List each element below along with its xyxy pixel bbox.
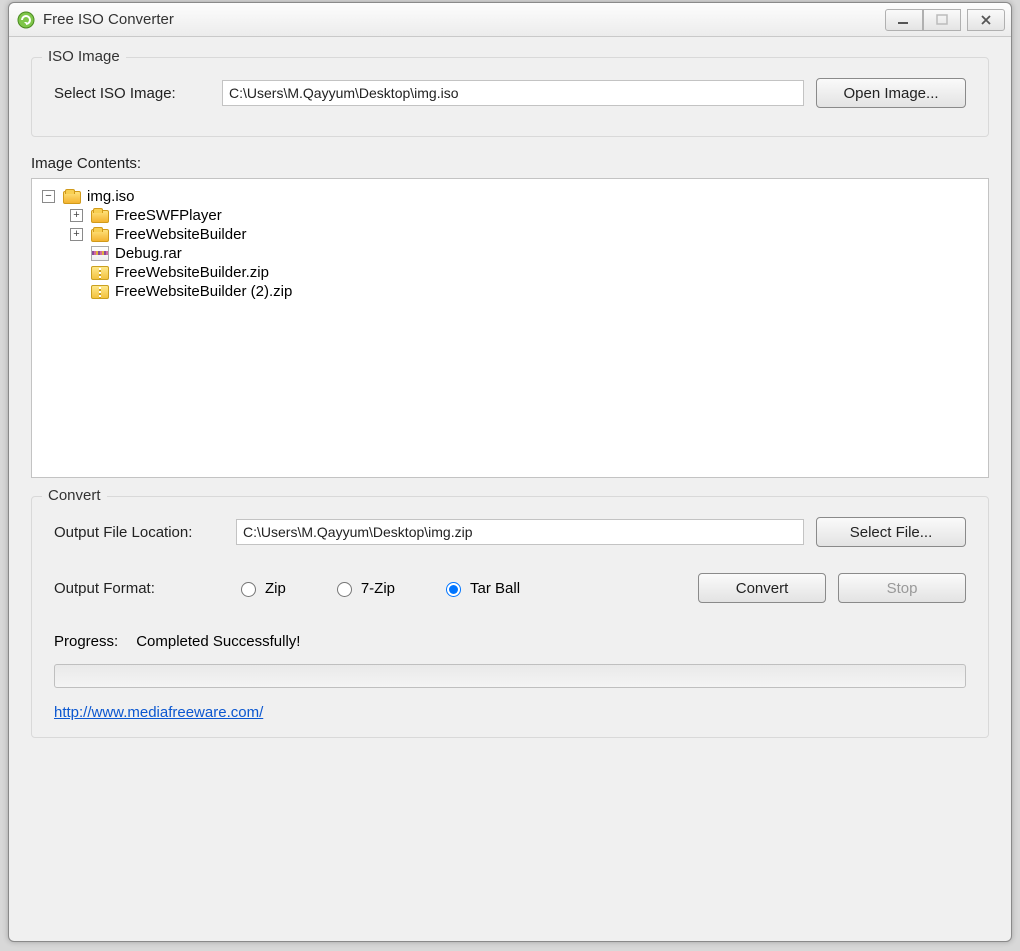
tree-item-label: FreeWebsiteBuilder (2).zip [115, 283, 292, 300]
collapse-icon[interactable]: − [42, 190, 55, 203]
select-iso-label: Select ISO Image: [54, 85, 210, 102]
minimize-button[interactable] [885, 9, 923, 31]
convert-button[interactable]: Convert [698, 573, 826, 603]
folder-icon [91, 229, 109, 242]
maximize-button[interactable] [923, 9, 961, 31]
vendor-link[interactable]: http://www.mediafreeware.com/ [54, 704, 263, 721]
tree-item[interactable]: + FreeWebsiteBuilder [70, 225, 978, 244]
tree-item-label: FreeSWFPlayer [115, 207, 222, 224]
format-tarball-option[interactable]: Tar Ball [441, 579, 520, 597]
format-tarball-label: Tar Ball [470, 580, 520, 597]
zip-icon [91, 266, 109, 280]
select-file-button[interactable]: Select File... [816, 517, 966, 547]
format-7zip-label: 7-Zip [361, 580, 395, 597]
stop-button[interactable]: Stop [838, 573, 966, 603]
image-contents-tree[interactable]: − img.iso + FreeSWFPlayer + [31, 178, 989, 478]
tree-spacer [70, 266, 83, 279]
format-tarball-radio[interactable] [446, 582, 461, 597]
tree-item-label: FreeWebsiteBuilder [115, 226, 246, 243]
close-button[interactable] [967, 9, 1005, 31]
tree-spacer [70, 285, 83, 298]
folder-icon [91, 210, 109, 223]
image-contents-label: Image Contents: [31, 155, 989, 172]
output-path-input[interactable] [236, 519, 804, 545]
open-image-button[interactable]: Open Image... [816, 78, 966, 108]
output-format-options: Zip 7-Zip Tar Ball [236, 579, 686, 597]
convert-group-title: Convert [42, 487, 107, 504]
progress-bar [54, 664, 966, 688]
maximize-icon [935, 13, 949, 27]
format-7zip-radio[interactable] [337, 582, 352, 597]
image-contents-section: Image Contents: − img.iso + FreeSWFPlaye… [31, 155, 989, 478]
rar-icon [91, 246, 109, 261]
iso-path-input[interactable] [222, 80, 804, 106]
window-title: Free ISO Converter [43, 11, 885, 28]
expand-icon[interactable]: + [70, 228, 83, 241]
progress-status: Completed Successfully! [136, 633, 300, 650]
tree-item[interactable]: FreeWebsiteBuilder.zip [70, 263, 978, 282]
output-location-label: Output File Location: [54, 524, 224, 541]
tree-item-label: Debug.rar [115, 245, 182, 262]
progress-label: Progress: [54, 633, 118, 650]
format-zip-radio[interactable] [241, 582, 256, 597]
client-area: ISO Image Select ISO Image: Open Image..… [9, 37, 1011, 941]
close-icon [979, 13, 993, 27]
folder-icon [63, 191, 81, 204]
tree-root-label: img.iso [87, 188, 135, 205]
iso-image-group: ISO Image Select ISO Image: Open Image..… [31, 57, 989, 137]
expand-icon[interactable]: + [70, 209, 83, 222]
format-zip-option[interactable]: Zip [236, 579, 286, 597]
tree-item[interactable]: Debug.rar [70, 244, 978, 263]
tree-item-label: FreeWebsiteBuilder.zip [115, 264, 269, 281]
titlebar: Free ISO Converter [9, 3, 1011, 37]
output-format-label: Output Format: [54, 580, 224, 597]
iso-group-title: ISO Image [42, 48, 126, 65]
format-zip-label: Zip [265, 580, 286, 597]
tree-item[interactable]: + FreeSWFPlayer [70, 206, 978, 225]
tree-item[interactable]: FreeWebsiteBuilder (2).zip [70, 282, 978, 301]
zip-icon [91, 285, 109, 299]
convert-group: Convert Output File Location: Select Fil… [31, 496, 989, 738]
tree-spacer [70, 247, 83, 260]
app-icon [17, 11, 35, 29]
minimize-icon [897, 13, 911, 27]
format-7zip-option[interactable]: 7-Zip [332, 579, 395, 597]
caption-buttons [885, 9, 1005, 31]
tree-root[interactable]: − img.iso [42, 187, 978, 206]
app-window: Free ISO Converter ISO Image Select ISO … [8, 2, 1012, 942]
